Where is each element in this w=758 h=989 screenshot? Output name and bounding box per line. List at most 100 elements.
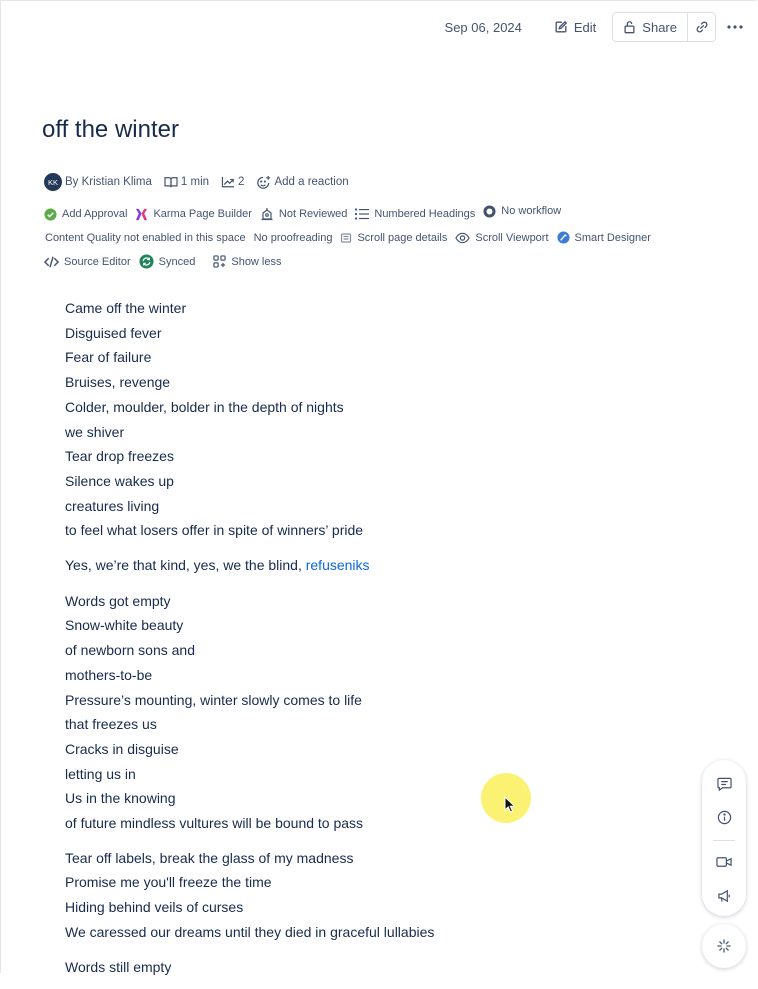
poem-line: Pressure’s mounting, winter slowly comes…	[65, 691, 362, 708]
stanza-3: Words got empty Snow-white beauty of new…	[65, 589, 675, 836]
source-editor-item[interactable]: Source Editor	[44, 256, 131, 268]
poem-line: Silence wakes up	[65, 472, 174, 489]
share-button[interactable]: Share	[612, 12, 688, 42]
stanza-2: Yes, we’re that kind, yes, we the blind,…	[65, 553, 675, 578]
approval-check-icon	[44, 207, 57, 221]
proofreading-item[interactable]: No proofreading	[254, 232, 333, 244]
poem-line: Hiding behind veils of curses	[65, 899, 244, 916]
stanza-5: Words still empty	[65, 955, 675, 980]
poem-line: mothers-to-be	[65, 666, 153, 683]
karma-page-builder-label: Karma Page Builder	[153, 208, 252, 220]
poem-line: Words still empty	[65, 958, 172, 975]
poem-line: creatures living	[65, 497, 160, 514]
smart-designer-item[interactable]: Smart Designer	[556, 231, 651, 244]
link-icon	[696, 21, 707, 33]
ai-assistant-button[interactable]	[702, 924, 746, 968]
lock-icon	[624, 21, 635, 34]
show-less-label: Show less	[231, 255, 282, 268]
views-count: 2	[238, 176, 245, 188]
record-video-button[interactable]	[709, 848, 739, 876]
poem-line: Snow-white beauty	[65, 617, 184, 634]
panel-divider	[713, 839, 735, 841]
pencil-icon	[555, 20, 568, 33]
smart-designer-label: Smart Designer	[574, 231, 651, 244]
page-content: Came off the winter Disguised fever Fear…	[65, 296, 675, 989]
edit-button[interactable]: Edit	[546, 12, 604, 42]
stanza-4: Tear off labels, break the glass of my m…	[65, 846, 675, 945]
read-time-label: 1 min	[180, 176, 210, 188]
poem-line: Disguised fever	[65, 324, 162, 341]
poem-line: of future mindless vultures will be boun…	[65, 815, 364, 832]
sync-icon	[139, 254, 154, 269]
workflow-item[interactable]: No workflow	[483, 204, 562, 218]
scroll-page-details-item[interactable]: Scroll page details	[340, 232, 447, 244]
numbered-headings-item[interactable]: Numbered Headings	[355, 208, 475, 220]
numbered-list-icon	[355, 208, 370, 220]
avatar[interactable]: KK	[44, 173, 62, 191]
karma-logo-icon	[136, 208, 148, 220]
video-icon	[716, 857, 732, 868]
book-icon	[164, 177, 178, 188]
numbered-headings-label: Numbered Headings	[374, 208, 476, 220]
poem-line: Colder, moulder, bolder in the depth of …	[65, 398, 344, 415]
not-reviewed-label: Not Reviewed	[278, 208, 348, 220]
no-workflow-label: No workflow	[501, 205, 562, 217]
stanza-1: Came off the winter Disguised fever Fear…	[65, 296, 675, 543]
poem-text: Yes, we’re that kind, yes, we the blind,	[65, 557, 306, 574]
add-reaction-button[interactable]: Add a reaction	[256, 175, 349, 190]
not-reviewed-item[interactable]: Not Reviewed	[260, 207, 347, 221]
apps-grid-icon	[213, 255, 227, 268]
page-header-actions: Sep 06, 2024 Edit Share	[445, 12, 750, 42]
poem-line: Tear drop freezes	[65, 448, 174, 465]
info-icon	[717, 810, 731, 825]
poem-line: we shiver	[65, 423, 125, 440]
smart-designer-icon	[556, 231, 570, 244]
scroll-page-icon	[341, 232, 352, 243]
synced-label: Synced	[158, 255, 196, 268]
comment-icon	[716, 777, 732, 791]
apps-row-2: Content Quality not enabled in this spac…	[45, 231, 659, 244]
poem-line: Promise me you'll freeze the time	[65, 874, 272, 891]
poem-line: to feel what losers offer in spite of wi…	[65, 522, 364, 539]
add-approval-item[interactable]: Add Approval	[44, 207, 128, 221]
more-actions-button[interactable]	[720, 12, 750, 42]
show-less-button[interactable]: Show less	[213, 255, 282, 268]
share-label: Share	[642, 19, 677, 35]
edit-label: Edit	[573, 19, 597, 35]
copy-link-button[interactable]	[688, 12, 716, 42]
content-quality-label: Content Quality not enabled in this spac…	[45, 231, 246, 244]
poem-line: Words got empty	[65, 592, 171, 609]
comments-button[interactable]	[709, 770, 739, 798]
apps-row-1: Add Approval Karma Page Builder Not Revi…	[44, 204, 569, 221]
more-icon	[727, 25, 743, 29]
author-link[interactable]: By Kristian Klima	[65, 176, 152, 188]
poem-line: letting us in	[65, 765, 136, 782]
trend-up-icon	[221, 176, 235, 188]
poem-line: Fear of failure	[65, 349, 152, 366]
eye-icon	[455, 232, 471, 243]
poem-line: of newborn sons and	[65, 642, 195, 659]
page-info-button[interactable]	[709, 804, 739, 832]
byline: KK By Kristian Klima 1 min 2 Add a react…	[44, 173, 361, 191]
poem-line: Came off the winter	[65, 300, 187, 316]
read-time: 1 min	[164, 176, 209, 188]
add-reaction-label: Add a reaction	[274, 176, 349, 188]
announcements-button[interactable]	[709, 882, 739, 910]
add-approval-label: Add Approval	[62, 208, 128, 220]
emoji-add-icon	[257, 175, 271, 189]
refuseniks-link[interactable]: refuseniks	[306, 557, 370, 573]
poem-line: that freezes us	[65, 716, 157, 733]
poem-line: We caressed our dreams until they died i…	[65, 923, 435, 940]
karma-page-builder-item[interactable]: Karma Page Builder	[135, 208, 252, 221]
scroll-viewport-label: Scroll Viewport	[475, 231, 549, 244]
page-views[interactable]: 2	[221, 176, 244, 188]
poem-line: Yes, we’re that kind, yes, we the blind,…	[65, 553, 675, 578]
code-icon	[44, 256, 59, 267]
page-date: Sep 06, 2024	[444, 19, 522, 35]
scroll-viewport-item[interactable]: Scroll Viewport	[455, 231, 549, 244]
content-quality-item[interactable]: Content Quality not enabled in this spac…	[45, 232, 246, 244]
synced-item[interactable]: Synced	[139, 254, 196, 269]
workflow-icon	[483, 204, 496, 218]
page-title: off the winter	[42, 116, 179, 143]
apps-row-3: Source Editor Synced Show less	[44, 254, 290, 269]
